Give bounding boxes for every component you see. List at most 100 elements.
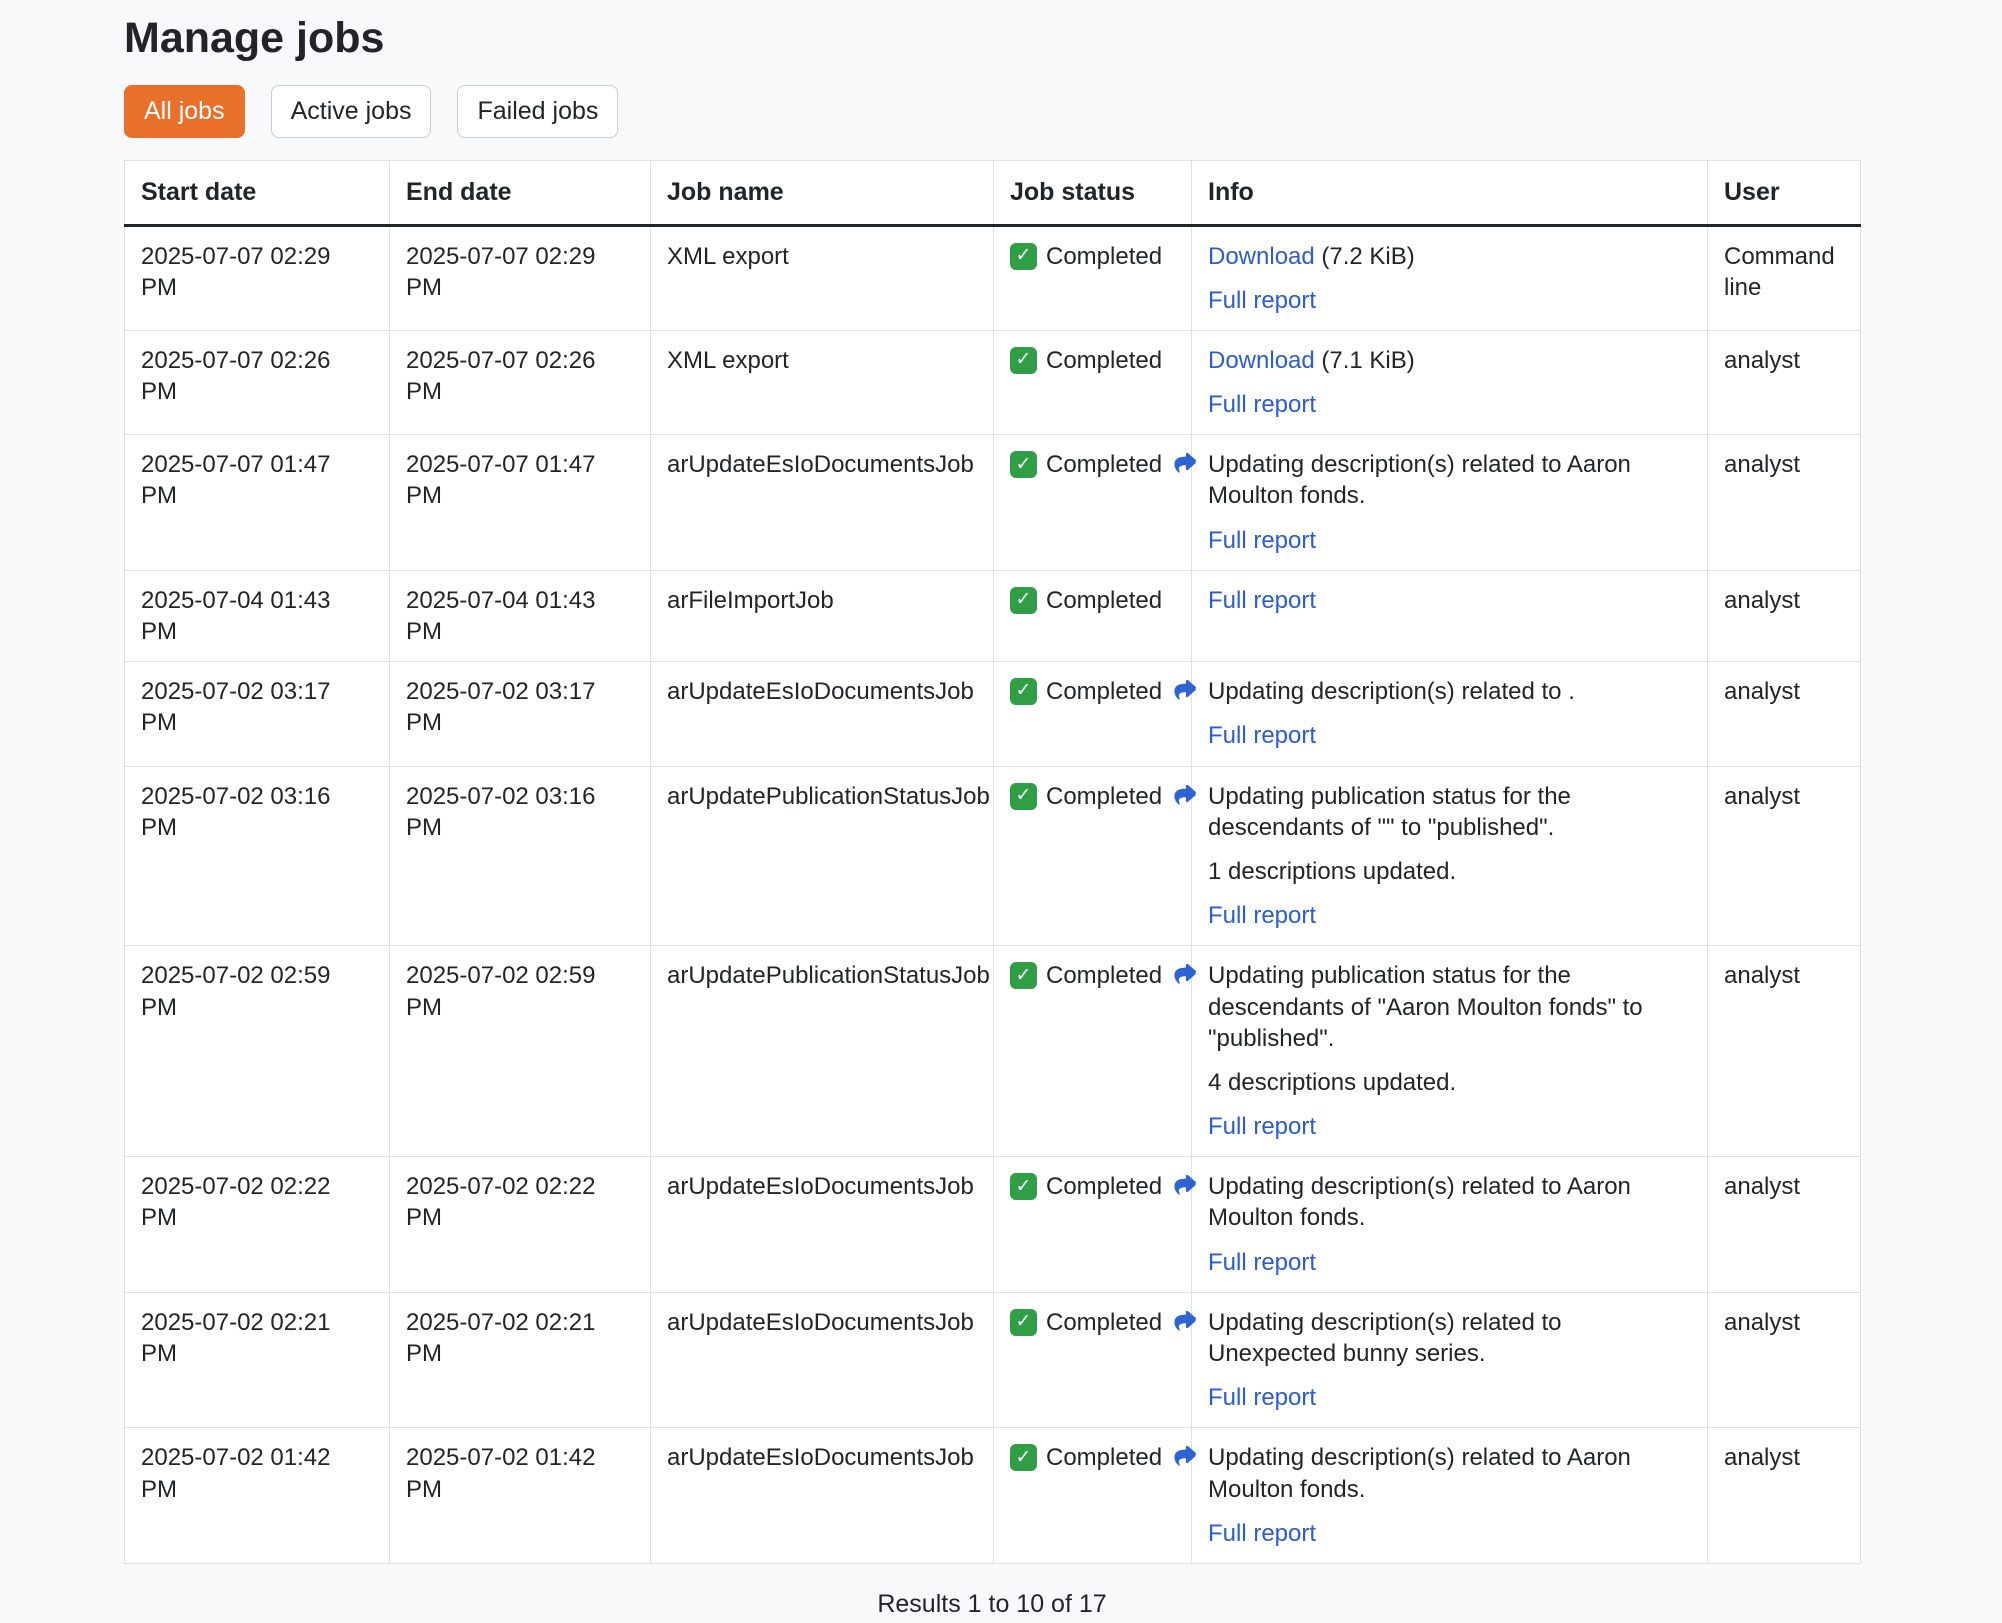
end-date-cell: 2025-07-02 02:59 PM (390, 946, 651, 1157)
job-status-label: Completed (1046, 345, 1162, 376)
user-cell: analyst (1708, 662, 1861, 766)
start-date-cell: 2025-07-02 03:17 PM (125, 662, 390, 766)
end-date-cell: 2025-07-07 01:47 PM (390, 435, 651, 571)
end-date-cell: 2025-07-02 03:16 PM (390, 766, 651, 946)
header-job-status: Job status (994, 161, 1192, 226)
job-info-message: Updating description(s) related to Aaron… (1208, 1171, 1691, 1233)
share-arrow-icon (1171, 1311, 1198, 1334)
user-cell: analyst (1708, 330, 1861, 434)
job-info-message: Updating publication status for the desc… (1208, 960, 1691, 1054)
start-date-cell: 2025-07-02 02:21 PM (125, 1292, 390, 1428)
full-report-link[interactable]: Full report (1208, 902, 1316, 929)
job-status-cell: ✓ Completed (994, 766, 1192, 946)
full-report-link[interactable]: Full report (1208, 1249, 1316, 1276)
job-status-cell: ✓ Completed (994, 946, 1192, 1157)
job-name-cell: arFileImportJob (651, 570, 994, 661)
info-cell: Updating description(s) related to . Full… (1192, 662, 1708, 766)
job-status-cell: ✓ Completed (994, 225, 1192, 330)
full-report-link[interactable]: Full report (1208, 391, 1316, 418)
filter-active-jobs-button[interactable]: Active jobs (271, 85, 432, 138)
job-info-message: Updating description(s) related to Aaron… (1208, 1442, 1691, 1504)
completed-check-icon: ✓ (1010, 451, 1037, 478)
job-status-cell: ✓ Completed (994, 1292, 1192, 1428)
completed-check-icon: ✓ (1010, 962, 1037, 989)
job-status-label: Completed (1046, 1307, 1162, 1338)
table-row: 2025-07-02 03:16 PM 2025-07-02 03:16 PM … (125, 766, 1861, 946)
user-cell: analyst (1708, 1292, 1861, 1428)
start-date-cell: 2025-07-07 02:29 PM (125, 225, 390, 330)
user-cell: analyst (1708, 570, 1861, 661)
job-status-cell: ✓ Completed (994, 662, 1192, 766)
user-cell: analyst (1708, 1428, 1861, 1564)
results-count: Results 1 to 10 of 17 (124, 1590, 1860, 1619)
full-report-link[interactable]: Full report (1208, 1520, 1316, 1547)
info-cell: Updating description(s) related to Aaron… (1192, 435, 1708, 571)
header-start-date: Start date (125, 161, 390, 226)
table-row: 2025-07-07 01:47 PM 2025-07-07 01:47 PM … (125, 435, 1861, 571)
completed-check-icon: ✓ (1010, 347, 1037, 374)
table-row: 2025-07-02 01:42 PM 2025-07-02 01:42 PM … (125, 1428, 1861, 1564)
job-status-label: Completed (1046, 585, 1162, 616)
full-report-link[interactable]: Full report (1208, 527, 1316, 554)
job-info-message: Updating description(s) related to . (1208, 676, 1691, 707)
completed-check-icon: ✓ (1010, 243, 1037, 270)
full-report-link[interactable]: Full report (1208, 1113, 1316, 1140)
job-name-cell: XML export (651, 330, 994, 434)
end-date-cell: 2025-07-02 02:22 PM (390, 1157, 651, 1293)
job-info-message: 1 descriptions updated. (1208, 856, 1691, 887)
info-cell: Updating publication status for the desc… (1192, 946, 1708, 1157)
header-user: User (1708, 161, 1861, 226)
job-status-label: Completed (1046, 241, 1162, 272)
filter-all-jobs-button[interactable]: All jobs (124, 85, 245, 138)
share-arrow-icon (1171, 785, 1198, 808)
job-status-cell: ✓ Completed (994, 1157, 1192, 1293)
completed-check-icon: ✓ (1010, 587, 1037, 614)
share-arrow-icon (1171, 1446, 1198, 1469)
jobs-table: Start date End date Job name Job status … (124, 160, 1861, 1564)
job-name-cell: arUpdatePublicationStatusJob (651, 766, 994, 946)
user-cell: analyst (1708, 766, 1861, 946)
start-date-cell: 2025-07-02 02:22 PM (125, 1157, 390, 1293)
jobs-table-body: 2025-07-07 02:29 PM 2025-07-07 02:29 PM … (125, 225, 1861, 1563)
user-cell: Command line (1708, 225, 1861, 330)
job-status-cell: ✓ Completed (994, 330, 1192, 434)
table-row: 2025-07-02 02:59 PM 2025-07-02 02:59 PM … (125, 946, 1861, 1157)
header-info: Info (1192, 161, 1708, 226)
completed-check-icon: ✓ (1010, 1444, 1037, 1471)
job-status-label: Completed (1046, 781, 1162, 812)
download-link[interactable]: Download (1208, 347, 1315, 374)
job-status-label: Completed (1046, 1171, 1162, 1202)
start-date-cell: 2025-07-02 03:16 PM (125, 766, 390, 946)
filter-failed-jobs-button[interactable]: Failed jobs (457, 85, 618, 138)
full-report-link[interactable]: Full report (1208, 287, 1316, 314)
share-arrow-icon (1171, 680, 1198, 703)
info-cell: Updating publication status for the desc… (1192, 766, 1708, 946)
completed-check-icon: ✓ (1010, 1309, 1037, 1336)
download-link[interactable]: Download (1208, 243, 1315, 270)
job-name-cell: arUpdateEsIoDocumentsJob (651, 662, 994, 766)
end-date-cell: 2025-07-07 02:29 PM (390, 225, 651, 330)
job-status-label: Completed (1046, 449, 1162, 480)
share-arrow-icon (1171, 964, 1198, 987)
share-arrow-icon (1171, 1175, 1198, 1198)
table-row: 2025-07-02 02:22 PM 2025-07-02 02:22 PM … (125, 1157, 1861, 1293)
job-name-cell: arUpdateEsIoDocumentsJob (651, 435, 994, 571)
table-row: 2025-07-04 01:43 PM 2025-07-04 01:43 PM … (125, 570, 1861, 661)
full-report-link[interactable]: Full report (1208, 722, 1316, 749)
job-info-message: Updating publication status for the desc… (1208, 781, 1691, 843)
full-report-link[interactable]: Full report (1208, 1384, 1316, 1411)
page-title: Manage jobs (124, 14, 1860, 63)
info-cell: Updating description(s) related to Unexp… (1192, 1292, 1708, 1428)
full-report-link[interactable]: Full report (1208, 587, 1316, 614)
job-name-cell: arUpdateEsIoDocumentsJob (651, 1157, 994, 1293)
header-job-name: Job name (651, 161, 994, 226)
info-cell: Download (7.2 KiB)Full report (1192, 225, 1708, 330)
job-name-cell: arUpdateEsIoDocumentsJob (651, 1292, 994, 1428)
job-status-label: Completed (1046, 960, 1162, 991)
manage-jobs-page: Manage jobs All jobs Active jobs Failed … (124, 0, 1860, 1623)
jobs-table-header: Start date End date Job name Job status … (125, 161, 1861, 226)
user-cell: analyst (1708, 946, 1861, 1157)
job-status-cell: ✓ Completed (994, 435, 1192, 571)
end-date-cell: 2025-07-04 01:43 PM (390, 570, 651, 661)
job-status-cell: ✓ Completed (994, 1428, 1192, 1564)
